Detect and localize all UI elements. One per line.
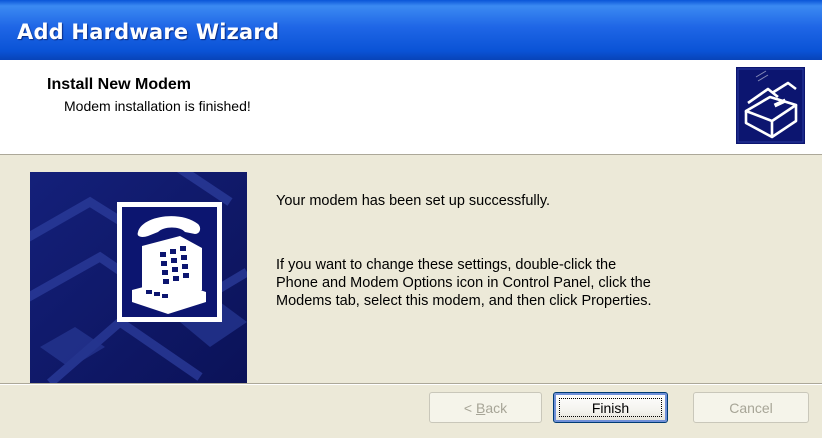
finish-button[interactable]: Finish: [553, 392, 668, 423]
header-subtitle: Modem installation is finished!: [64, 98, 251, 114]
wizard-header: Install New Modem Modem installation is …: [0, 60, 822, 155]
instructions-line-1: If you want to change these settings, do…: [276, 257, 617, 273]
back-button[interactable]: < Back: [429, 392, 542, 423]
back-button-label: < Back: [463, 399, 508, 416]
modem-illustration: [30, 172, 247, 383]
instructions-line-3: Modems tab, select this modem, and then …: [276, 293, 652, 309]
instructions-line-2: Phone and Modem Options icon in Control …: [276, 275, 651, 291]
cancel-button[interactable]: Cancel: [693, 392, 809, 423]
wizard-window: Add Hardware Wizard Install New Modem Mo…: [0, 0, 822, 438]
success-message: Your modem has been set up successfully.: [276, 193, 551, 209]
hardware-box-icon: [736, 67, 805, 144]
window-title: Add Hardware Wizard: [17, 20, 280, 44]
cancel-button-label: Cancel: [729, 399, 773, 416]
button-separator: [0, 383, 822, 385]
header-title: Install New Modem: [47, 76, 192, 93]
focus-rectangle: [559, 398, 662, 417]
title-bar[interactable]: Add Hardware Wizard: [0, 0, 822, 60]
